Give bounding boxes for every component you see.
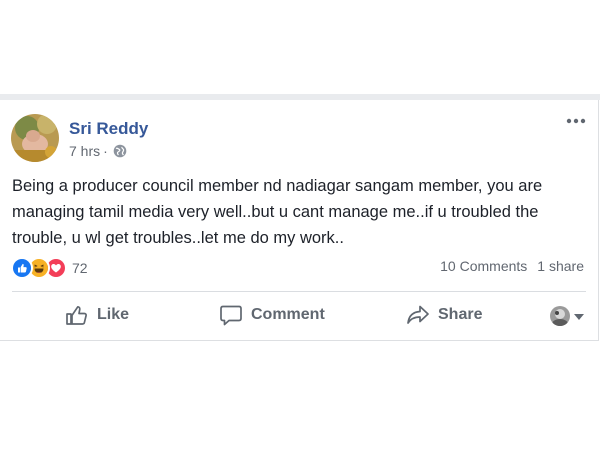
avatar[interactable] bbox=[11, 114, 59, 162]
action-divider bbox=[12, 291, 586, 292]
shares-count-link[interactable]: 1 share bbox=[537, 258, 584, 274]
post-meta: 7 hrs · bbox=[69, 143, 127, 159]
post-text: Being a producer council member nd nadia… bbox=[12, 177, 543, 247]
post-time[interactable]: 7 hrs bbox=[69, 143, 100, 159]
comment-label: Comment bbox=[251, 306, 325, 323]
like-button[interactable]: Like bbox=[65, 296, 129, 334]
reactions-summary[interactable]: 72 bbox=[11, 257, 88, 279]
share-label: Share bbox=[438, 306, 483, 323]
meta-separator: · bbox=[103, 143, 108, 159]
globe-icon[interactable] bbox=[113, 144, 127, 158]
more-options-icon[interactable] bbox=[564, 114, 588, 128]
action-bar: Like Comment Share bbox=[12, 296, 586, 334]
chevron-down-icon bbox=[574, 307, 584, 325]
thumbs-up-icon bbox=[66, 305, 87, 325]
like-label: Like bbox=[97, 306, 130, 323]
reaction-count: 72 bbox=[72, 260, 88, 276]
user-avatar bbox=[550, 306, 570, 326]
post-as-selector[interactable] bbox=[550, 306, 584, 326]
post-card: Sri Reddy 7 hrs · Being a producer counc… bbox=[0, 100, 599, 341]
share-icon bbox=[407, 305, 429, 324]
like-reaction-icon bbox=[11, 257, 33, 279]
author-name[interactable]: Sri Reddy bbox=[69, 119, 148, 139]
comment-icon bbox=[220, 305, 242, 326]
comments-count-link[interactable]: 10 Comments bbox=[440, 258, 527, 274]
comment-button[interactable]: Comment bbox=[219, 296, 325, 334]
share-button[interactable]: Share bbox=[406, 296, 482, 334]
engagement-counts: 10 Comments 1 share bbox=[440, 258, 584, 274]
